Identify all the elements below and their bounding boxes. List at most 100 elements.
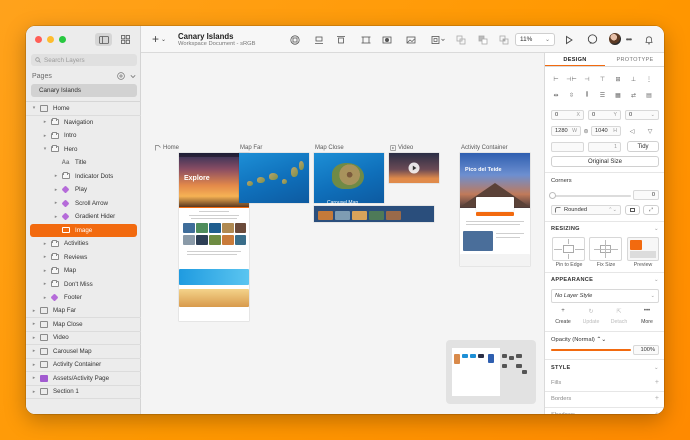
artboard-map-far[interactable]: [239, 153, 309, 203]
more-options-button[interactable]: •••: [623, 34, 634, 45]
corner-radius-field[interactable]: 0: [633, 190, 659, 200]
layer-style-dropdown[interactable]: No Layer Style ⌄: [551, 289, 659, 303]
chevron-down-icon[interactable]: ▾: [31, 105, 37, 111]
style-header[interactable]: STYLE ⌄: [551, 365, 659, 371]
artboard-label-home[interactable]: Home: [155, 145, 179, 151]
pin-to-edge-widget[interactable]: [552, 237, 585, 261]
chevron-right-icon[interactable]: ▸: [31, 375, 37, 381]
layer-item-play[interactable]: ▸ Play: [26, 183, 141, 197]
intersect-button[interactable]: [498, 34, 509, 45]
artboard-label-map-close[interactable]: Map Close: [315, 145, 344, 151]
preview-button[interactable]: [563, 34, 574, 45]
frame-button[interactable]: [360, 34, 371, 45]
layer-item-footer[interactable]: ▸ Footer: [26, 291, 141, 305]
artboard-carousel-map[interactable]: [314, 206, 434, 222]
add-page-icon[interactable]: [117, 72, 125, 80]
space-horizontal-icon[interactable]: ⇹: [552, 91, 560, 99]
align-top-button[interactable]: [335, 34, 346, 45]
opacity-slider[interactable]: [551, 349, 631, 351]
expand-corners-button[interactable]: ⤢: [643, 205, 659, 215]
style-action-create-button[interactable]: Create: [551, 319, 575, 325]
artboard-video[interactable]: [389, 153, 439, 183]
align-bottom-button[interactable]: [313, 34, 324, 45]
comments-button[interactable]: [587, 34, 598, 45]
spacing-x-field[interactable]: [551, 142, 584, 152]
chevron-right-icon[interactable]: ▸: [53, 200, 59, 206]
artboard-label-activity[interactable]: Activity Container: [461, 145, 508, 151]
width-field[interactable]: 1280 W: [551, 126, 581, 136]
corner-style-dropdown[interactable]: Rounded ⌃⌄: [551, 205, 621, 215]
layer-item-map-close[interactable]: ▸ Map Close: [26, 318, 141, 332]
align-bottom-icon[interactable]: ⊥: [630, 75, 638, 83]
plus-icon[interactable]: +: [655, 379, 659, 386]
opacity-field[interactable]: 100%: [633, 345, 659, 355]
minimap[interactable]: [446, 340, 536, 404]
chevron-right-icon[interactable]: ▸: [42, 281, 48, 287]
scale-button[interactable]: [430, 34, 446, 45]
rotation-field[interactable]: 0 ⌄: [625, 110, 659, 120]
chevron-right-icon[interactable]: ▸: [31, 362, 37, 368]
canvas[interactable]: Home Explore Map Far Map Close Carousel …: [141, 53, 544, 414]
tidy-button[interactable]: Tidy: [627, 141, 659, 152]
layer-item-map-far[interactable]: ▸ Map Far: [26, 305, 141, 318]
corners-slider-thumb[interactable]: [549, 192, 556, 199]
x-field[interactable]: 0X: [551, 110, 584, 120]
zoom-dropdown[interactable]: 11% ⌄: [515, 33, 555, 46]
page-item-canary-islands[interactable]: Canary Islands: [31, 84, 137, 97]
distribute-icon[interactable]: ⋮: [645, 75, 653, 83]
chevron-right-icon[interactable]: ▸: [31, 321, 37, 327]
subtract-button[interactable]: [477, 34, 488, 45]
style-row-shadows[interactable]: Shadows+: [551, 411, 659, 414]
layer-item-activity-container[interactable]: ▸ Activity Container: [26, 359, 141, 372]
appearance-header[interactable]: APPEARANCE ⌄: [551, 277, 659, 283]
flip-vertical-icon[interactable]: ▽: [646, 127, 654, 135]
stack-icon[interactable]: ▤: [645, 91, 653, 99]
layer-item-map[interactable]: ▸ Map: [26, 264, 141, 278]
layer-item-hero[interactable]: ▾ Hero: [26, 143, 141, 157]
artboard-map-close[interactable]: [314, 153, 384, 203]
image-tool-button[interactable]: [405, 34, 416, 45]
align-center-horizontal-icon[interactable]: ⊣⊢: [566, 75, 576, 83]
layer-item-scroll-arrow[interactable]: ▸ Scroll Arrow: [26, 197, 141, 211]
chevron-down-icon[interactable]: [130, 74, 136, 79]
smooth-corners-button[interactable]: [625, 205, 640, 215]
close-window-button[interactable]: [35, 36, 42, 43]
union-button[interactable]: [455, 34, 466, 45]
original-size-button[interactable]: Original Size: [551, 156, 659, 167]
align-left-icon[interactable]: ⊢: [552, 75, 560, 83]
chevron-right-icon[interactable]: ▸: [42, 133, 48, 139]
chevron-right-icon[interactable]: ▸: [53, 187, 59, 193]
avatar[interactable]: [609, 33, 621, 45]
create-symbol-button[interactable]: [289, 34, 300, 45]
chevron-right-icon[interactable]: ▸: [53, 173, 59, 179]
fix-size-widget[interactable]: [589, 237, 622, 261]
chevron-right-icon[interactable]: ▸: [31, 335, 37, 341]
lock-ratio-icon[interactable]: ⊜: [582, 127, 590, 135]
chevron-down-icon[interactable]: ▾: [42, 146, 48, 152]
align-right-icon[interactable]: ⊣: [583, 75, 591, 83]
layer-item-assets-activity-page[interactable]: ▸ Assets/Activity Page: [26, 372, 141, 386]
y-field[interactable]: 0Y: [588, 110, 621, 120]
layer-item-image[interactable]: Image: [30, 223, 137, 237]
artboard-label-video[interactable]: Video: [390, 145, 413, 151]
align-top-icon[interactable]: ⊤: [599, 75, 607, 83]
zoom-window-button[interactable]: [59, 36, 66, 43]
style-action-detach-button[interactable]: Detach: [607, 319, 631, 325]
resizing-header[interactable]: RESIZING ⌄: [551, 226, 659, 232]
layer-item-activities[interactable]: ▸ Activities: [26, 237, 141, 251]
style-action-update-button[interactable]: Update: [579, 319, 603, 325]
chevron-right-icon[interactable]: ▸: [42, 295, 48, 301]
chevron-right-icon[interactable]: ▸: [31, 348, 37, 354]
notifications-button[interactable]: [643, 34, 654, 45]
reflow-icon[interactable]: ⇄: [630, 91, 638, 99]
chevron-right-icon[interactable]: ▸: [42, 268, 48, 274]
distribute-vertical-icon[interactable]: ☰: [599, 91, 607, 99]
minimize-window-button[interactable]: [47, 36, 54, 43]
layer-item-indicator-dots[interactable]: ▸ Indicator Dots: [26, 170, 141, 184]
layer-item-section-1[interactable]: ▸ Section 1: [26, 386, 141, 399]
style-row-borders[interactable]: Borders +: [551, 395, 659, 402]
tab-prototype[interactable]: PROTOTYPE: [605, 53, 664, 66]
artboard-label-map-far[interactable]: Map Far: [240, 145, 262, 151]
tidy-icon[interactable]: ▦: [614, 91, 622, 99]
chevron-right-icon[interactable]: ▸: [31, 308, 37, 314]
